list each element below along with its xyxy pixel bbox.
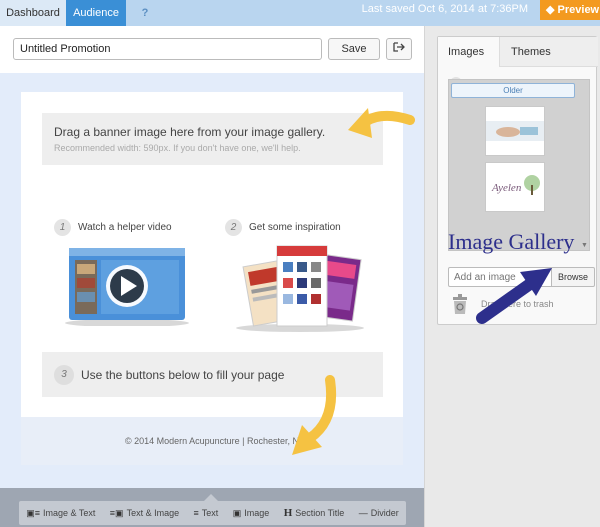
preview-label: Preview xyxy=(557,4,600,16)
preview-button[interactable]: ◆ Preview xyxy=(540,0,600,20)
older-button[interactable]: Older xyxy=(451,83,575,98)
svg-text:Ayelen: Ayelen xyxy=(491,182,522,194)
tab-themes[interactable]: Themes xyxy=(500,37,598,67)
step-number: 2 xyxy=(225,219,242,236)
exit-icon xyxy=(393,42,405,52)
top-bar: Dashboard Audience ? Last saved Oct 6, 2… xyxy=(0,0,600,26)
inspiration-collage[interactable] xyxy=(233,242,368,332)
image-icon: ▣ xyxy=(232,507,242,518)
banner-drop-zone[interactable]: Drag a banner image here from your image… xyxy=(42,113,383,165)
exit-button[interactable] xyxy=(386,38,412,60)
help-icon[interactable]: ? xyxy=(134,0,156,26)
banner-subtitle: Recommended width: 590px. If you don't h… xyxy=(54,143,301,153)
add-image-text-button[interactable]: ▣≡ Image & Text xyxy=(26,508,95,519)
step-number: 1 xyxy=(54,219,71,236)
step-label: Get some inspiration xyxy=(249,222,341,233)
trash-icon xyxy=(453,294,467,314)
save-button[interactable]: Save xyxy=(328,38,380,60)
step-label: Use the buttons below to fill your page xyxy=(81,367,285,382)
add-image-input[interactable] xyxy=(448,267,552,287)
editor-canvas: Drag a banner image here from your image… xyxy=(0,73,424,488)
add-section-title-button[interactable]: H Section Title xyxy=(284,507,345,519)
step-label: Watch a helper video xyxy=(78,222,172,233)
tab-dashboard[interactable]: Dashboard xyxy=(0,0,66,26)
image-text-icon: ▣≡ xyxy=(26,507,40,518)
add-text-image-button[interactable]: ≡▣ Text & Image xyxy=(110,508,179,519)
text-icon: ≡ xyxy=(193,508,199,518)
title-bar: Save xyxy=(0,26,424,73)
right-sidebar: Images 6 Themes Older Ayelen ▼ xyxy=(424,26,600,527)
text-image-icon: ≡▣ xyxy=(109,507,124,518)
browse-button[interactable]: Browse xyxy=(551,267,595,287)
image-gallery: Older Ayelen ▼ xyxy=(448,79,590,251)
toolbar-pointer xyxy=(204,494,218,501)
logo-image: Ayelen xyxy=(491,175,540,195)
eye-icon: ◆ xyxy=(546,4,555,16)
promotion-title-input[interactable] xyxy=(13,38,322,60)
content-block-toolbar: ▣≡ Image & Text ≡▣ Text & Image ≡ Text ▣… xyxy=(19,501,406,525)
trash-label: Drag here to trash xyxy=(481,299,554,309)
last-saved-status: Last saved Oct 6, 2014 at 7:36PM xyxy=(361,3,528,15)
step-number: 3 xyxy=(54,364,74,385)
gallery-thumbnail[interactable]: Ayelen xyxy=(485,162,545,212)
spa-image xyxy=(486,121,544,141)
gallery-thumbnail[interactable] xyxy=(485,106,545,156)
helper-video-thumbnail[interactable] xyxy=(63,246,191,326)
trash-drop-zone[interactable]: Drag here to trash xyxy=(437,290,597,322)
step-use-buttons: 3 Use the buttons below to fill your pag… xyxy=(42,352,383,397)
banner-title: Drag a banner image here from your image… xyxy=(54,125,326,139)
image-gallery-annotation: Image Gallery xyxy=(448,229,575,254)
tab-images[interactable]: Images 6 xyxy=(438,37,500,89)
scroll-down-icon[interactable]: ▼ xyxy=(581,242,588,249)
step-inspiration: 2 Get some inspiration xyxy=(225,219,341,236)
section-title-icon: H xyxy=(283,507,293,519)
add-divider-button[interactable]: — Divider xyxy=(359,508,399,518)
add-image-button[interactable]: ▣ Image xyxy=(233,508,270,519)
divider-icon: — xyxy=(358,508,368,518)
add-text-button[interactable]: ≡ Text xyxy=(194,508,219,518)
images-panel: Images 6 Themes Older Ayelen ▼ xyxy=(437,36,598,325)
email-footer: © 2014 Modern Acupuncture | Rochester, N xyxy=(21,417,403,465)
email-template: Drag a banner image here from your image… xyxy=(21,92,403,465)
step-watch-video: 1 Watch a helper video xyxy=(54,219,172,236)
tab-audience[interactable]: Audience xyxy=(66,0,126,26)
